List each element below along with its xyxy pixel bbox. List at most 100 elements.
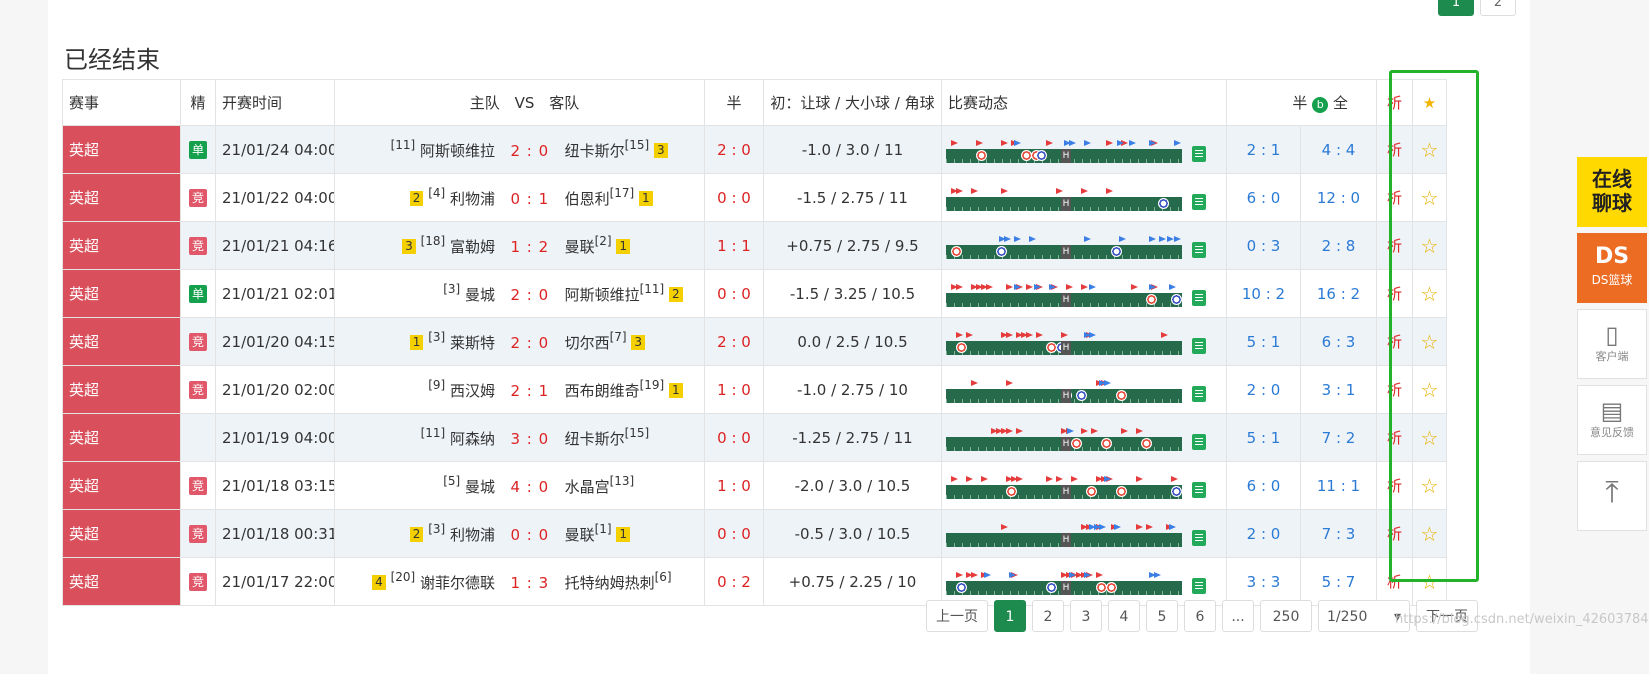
ds-basketball-button[interactable]: DS DS篮球	[1577, 233, 1647, 303]
home-team-name[interactable]: 利物浦	[450, 190, 495, 208]
match-timeline[interactable]: H	[946, 427, 1182, 451]
analysis-link[interactable]: 析	[1376, 317, 1413, 366]
home-team-name[interactable]: 利物浦	[450, 526, 495, 544]
table-row[interactable]: 英超 单 21/01/21 02:01 [3] 曼城 2 : 0 阿斯顿维拉[1…	[62, 269, 1447, 318]
document-icon[interactable]	[1192, 193, 1206, 210]
analysis-link[interactable]: 析	[1376, 461, 1413, 510]
favorite-star[interactable]: ☆	[1412, 413, 1447, 462]
document-icon[interactable]	[1192, 289, 1206, 306]
home-team-name[interactable]: 莱斯特	[450, 334, 495, 352]
home-team-name[interactable]: 阿斯顿维拉	[420, 142, 495, 160]
away-team-name[interactable]: 托特纳姆热刺	[565, 574, 655, 592]
analysis-link[interactable]: 析	[1376, 413, 1413, 462]
favorite-star[interactable]: ☆	[1412, 221, 1447, 270]
full-score[interactable]: 0 : 1	[504, 190, 556, 208]
match-timeline[interactable]: H	[946, 331, 1182, 355]
full-score[interactable]: 2 : 1	[504, 382, 556, 400]
top-page-1[interactable]: 1	[1438, 0, 1474, 16]
star-outline-icon[interactable]: ☆	[1421, 426, 1439, 450]
star-outline-icon[interactable]: ☆	[1421, 522, 1439, 546]
live-events[interactable]: H	[941, 221, 1227, 270]
league-cell[interactable]: 英超	[62, 509, 181, 558]
page-4[interactable]: 4	[1108, 600, 1140, 632]
star-outline-icon[interactable]: ☆	[1421, 330, 1439, 354]
table-row[interactable]: 英超 竞 21/01/17 22:00 4 [20] 谢菲尔德联 1 : 3 托…	[62, 557, 1447, 606]
client-button[interactable]: ▯ 客户端	[1577, 309, 1647, 379]
away-team[interactable]: 阿斯顿维拉[11] 2	[561, 282, 704, 305]
away-team-name[interactable]: 阿斯顿维拉	[565, 286, 640, 304]
page-1[interactable]: 1	[994, 600, 1026, 632]
away-team[interactable]: 曼联[2] 1	[561, 234, 704, 257]
page-ellipsis[interactable]: ...	[1222, 600, 1254, 632]
live-events[interactable]: H	[941, 317, 1227, 366]
table-row[interactable]: 英超 竞 21/01/20 04:15 1 [3] 莱斯特 2 : 0 切尔西[…	[62, 317, 1447, 366]
home-team-name[interactable]: 富勒姆	[450, 238, 495, 256]
document-icon[interactable]	[1192, 433, 1206, 450]
home-team[interactable]: [11] 阿森纳	[336, 426, 500, 449]
table-row[interactable]: 英超 单 21/01/24 04:00 [11] 阿斯顿维拉 2 : 0 纽卡斯…	[62, 125, 1447, 174]
away-team[interactable]: 曼联[1] 1	[561, 522, 704, 545]
table-row[interactable]: 英超 竞 21/01/18 00:31 2 [3] 利物浦 0 : 0 曼联[1…	[62, 509, 1447, 558]
table-row[interactable]: 英超 竞 21/01/21 04:16 3 [18] 富勒姆 1 : 2 曼联[…	[62, 221, 1447, 270]
page-6[interactable]: 6	[1184, 600, 1216, 632]
home-team-name[interactable]: 西汉姆	[450, 382, 495, 400]
star-outline-icon[interactable]: ☆	[1421, 570, 1439, 594]
page-5[interactable]: 5	[1146, 600, 1178, 632]
favorite-star[interactable]: ☆	[1412, 269, 1447, 318]
home-team[interactable]: 2 [3] 利物浦	[336, 522, 500, 545]
home-team[interactable]: [11] 阿斯顿维拉	[336, 138, 500, 161]
document-icon[interactable]	[1192, 529, 1206, 546]
analysis-link[interactable]: 析	[1376, 125, 1413, 174]
full-score[interactable]: 3 : 0	[504, 430, 556, 448]
league-cell[interactable]: 英超	[62, 461, 181, 510]
page-2[interactable]: 2	[1032, 600, 1064, 632]
full-score[interactable]: 2 : 0	[504, 142, 556, 160]
away-team-name[interactable]: 曼联	[565, 238, 595, 256]
away-team[interactable]: 纽卡斯尔[15] 3	[561, 138, 704, 161]
star-outline-icon[interactable]: ☆	[1421, 282, 1439, 306]
away-team[interactable]: 伯恩利[17] 1	[561, 186, 704, 209]
analysis-link[interactable]: 析	[1376, 173, 1413, 222]
league-cell[interactable]: 英超	[62, 317, 181, 366]
document-icon[interactable]	[1192, 145, 1206, 162]
league-cell[interactable]: 英超	[62, 269, 181, 318]
away-team[interactable]: 西布朗维奇[19] 1	[561, 378, 704, 401]
match-timeline[interactable]: H	[946, 475, 1182, 499]
match-timeline[interactable]: H	[946, 139, 1182, 163]
table-row[interactable]: 英超 竞 21/01/20 02:00 [9] 西汉姆 2 : 1 西布朗维奇[…	[62, 365, 1447, 414]
home-team[interactable]: 2 [4] 利物浦	[336, 186, 500, 209]
away-team-name[interactable]: 纽卡斯尔	[565, 142, 625, 160]
home-team[interactable]: [9] 西汉姆	[336, 378, 500, 401]
favorite-star[interactable]: ☆	[1412, 509, 1447, 558]
away-team-name[interactable]: 曼联	[565, 526, 595, 544]
favorite-star[interactable]: ☆	[1412, 173, 1447, 222]
live-events[interactable]: H	[941, 413, 1227, 462]
league-cell[interactable]: 英超	[62, 557, 181, 606]
analysis-link[interactable]: 析	[1376, 509, 1413, 558]
match-timeline[interactable]: H	[946, 283, 1182, 307]
home-team[interactable]: 1 [3] 莱斯特	[336, 330, 500, 353]
document-icon[interactable]	[1192, 577, 1206, 594]
match-timeline[interactable]: H	[946, 235, 1182, 259]
live-events[interactable]: H	[941, 269, 1227, 318]
home-team-name[interactable]: 阿森纳	[450, 430, 495, 448]
live-events[interactable]: H	[941, 125, 1227, 174]
star-outline-icon[interactable]: ☆	[1421, 234, 1439, 258]
star-outline-icon[interactable]: ☆	[1421, 186, 1439, 210]
top-page-2[interactable]: 2	[1480, 0, 1516, 16]
document-icon[interactable]	[1192, 241, 1206, 258]
page-3[interactable]: 3	[1070, 600, 1102, 632]
full-score[interactable]: 1 : 3	[504, 574, 556, 592]
away-team-name[interactable]: 切尔西	[565, 334, 610, 352]
home-team[interactable]: [5] 曼城	[336, 474, 500, 497]
page-250[interactable]: 250	[1260, 600, 1312, 632]
analysis-link[interactable]: 析	[1376, 269, 1413, 318]
table-row[interactable]: 英超 21/01/19 04:00 [11] 阿森纳 3 : 0 纽卡斯尔[15…	[62, 413, 1447, 462]
match-timeline[interactable]: H	[946, 523, 1182, 547]
live-events[interactable]: H	[941, 461, 1227, 510]
league-cell[interactable]: 英超	[62, 221, 181, 270]
analysis-link[interactable]: 析	[1376, 557, 1413, 606]
home-team[interactable]: 4 [20] 谢菲尔德联	[336, 570, 500, 593]
document-icon[interactable]	[1192, 481, 1206, 498]
full-score[interactable]: 2 : 0	[504, 334, 556, 352]
